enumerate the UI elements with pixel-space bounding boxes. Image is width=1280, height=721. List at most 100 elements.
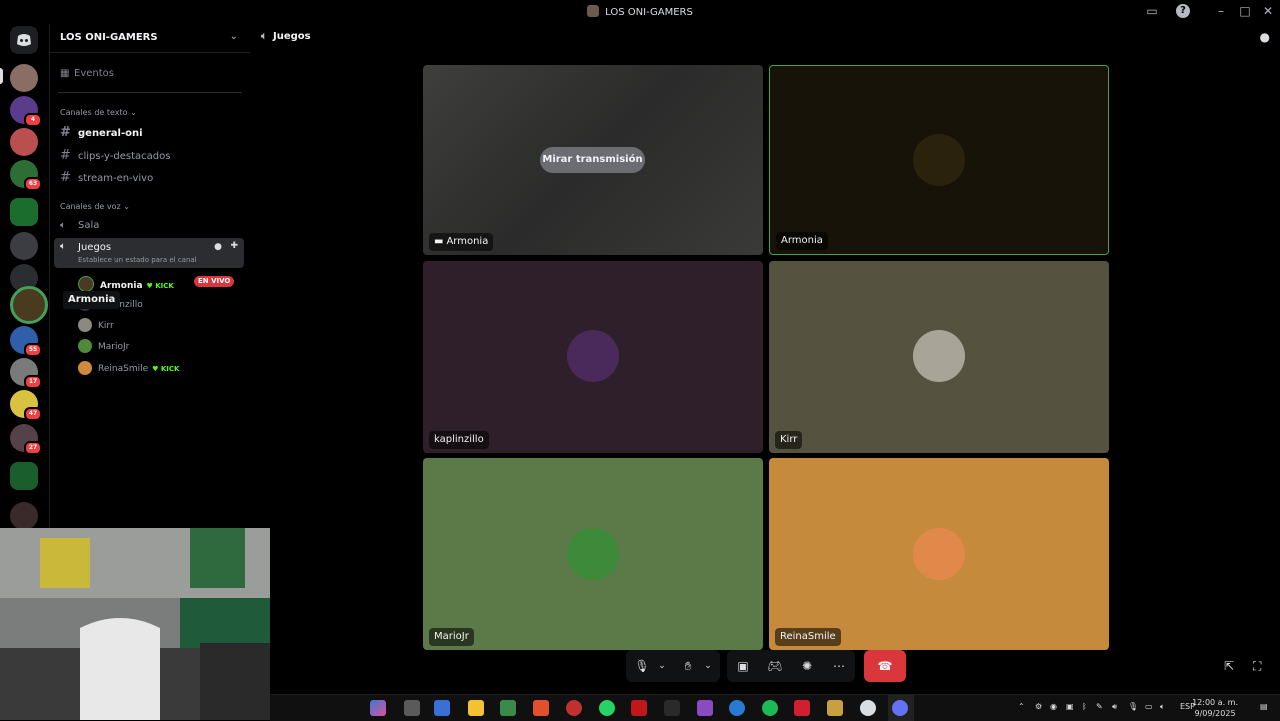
folder-icon[interactable]	[10, 462, 38, 490]
speaker-icon: 🔈︎	[261, 31, 267, 42]
more-options-icon[interactable]: ⋯	[831, 658, 847, 674]
app-icon[interactable]	[404, 700, 420, 716]
stream-tile[interactable]: Mirar transmisión ▬ Armonia	[423, 65, 763, 255]
avatar	[78, 339, 92, 353]
screen-icon: ▬	[434, 236, 444, 247]
copilot-icon[interactable]	[370, 700, 386, 716]
store-icon[interactable]	[434, 700, 450, 716]
maximize-icon[interactable]: □	[1238, 4, 1252, 18]
events-item[interactable]: ▦ Eventos	[60, 68, 114, 79]
voice-user[interactable]: Armonia ♥ KICK	[78, 276, 174, 292]
brave-icon[interactable]	[533, 700, 549, 716]
app-icon[interactable]	[566, 700, 582, 716]
share-screen-icon[interactable]: ▣	[735, 658, 751, 674]
voice-channel-juegos[interactable]: 🔈︎ Juegos Establece un estado para el ca…	[54, 238, 244, 268]
tray-app-icon[interactable]: ◉	[1050, 702, 1057, 711]
volume-icon[interactable]: 🔊︎	[1112, 702, 1117, 712]
server-icon[interactable]	[10, 232, 38, 260]
chat-icon[interactable]: ●	[1260, 30, 1270, 44]
server-icon[interactable]	[10, 128, 38, 156]
close-icon[interactable]: ✕	[1261, 4, 1275, 18]
avatar	[913, 528, 965, 580]
speaker-icon: 🔈︎	[60, 241, 66, 252]
avatar	[78, 361, 92, 375]
add-user-icon[interactable]: ✚	[230, 241, 238, 251]
chat-icon[interactable]: ●	[214, 242, 222, 252]
volume-icon[interactable]: 🔈︎	[1160, 702, 1165, 712]
league-icon[interactable]	[827, 700, 843, 716]
tray-expand-icon[interactable]: ⌃	[1018, 702, 1025, 711]
mention-badge: 55	[24, 343, 42, 357]
chevron-down-icon[interactable]: ⌄	[700, 658, 716, 674]
watch-stream-button[interactable]: Mirar transmisión	[540, 147, 645, 173]
user-tile[interactable]: Kirr	[769, 261, 1109, 453]
pen-icon[interactable]: ✎	[1096, 702, 1103, 711]
voice-user[interactable]: Kirr	[78, 318, 114, 332]
channel-sidebar: LOS ONI-GAMERS ⌄ ▦ Eventos Canales de tex…	[49, 24, 252, 528]
soundboard-icon[interactable]: ✋︎	[680, 658, 696, 674]
tray-app-icon[interactable]: ⚙	[1035, 702, 1042, 711]
user-tile[interactable]: ReinaSmile	[769, 458, 1109, 650]
folder-icon[interactable]	[10, 198, 38, 226]
user-tile[interactable]: MarioJr	[423, 458, 763, 650]
user-tile[interactable]: kaplinzillo	[423, 261, 763, 453]
server-icon[interactable]: 17	[10, 358, 42, 389]
notifications-icon[interactable]: ▤	[1260, 702, 1268, 711]
speaking-user-avatar[interactable]	[10, 286, 48, 324]
voice-channel-sala[interactable]: 🔈︎ Sala	[60, 220, 99, 231]
edge-icon[interactable]	[729, 700, 745, 716]
microphone-icon[interactable]: 🎙︎	[1128, 702, 1138, 711]
server-icon[interactable]	[10, 502, 38, 530]
chevron-down-icon[interactable]: ⌄	[654, 658, 670, 674]
app-icon[interactable]	[500, 700, 516, 716]
avatar	[78, 318, 92, 332]
voice-category[interactable]: Canales de voz ⌄	[60, 202, 130, 211]
server-icon[interactable]: 55	[10, 326, 42, 357]
effects-icon[interactable]: ✺	[799, 658, 815, 674]
file-explorer-icon[interactable]	[468, 700, 484, 716]
call-actions: ▣ 🎮︎ ✺ ⋯	[727, 650, 855, 682]
channel-clips[interactable]: # clips-y-destacados	[60, 148, 170, 163]
voice-user[interactable]: ReinaSmile ♥ KICK	[78, 361, 179, 375]
mention-badge: 47	[24, 407, 42, 421]
kick-badge: ♥ KICK	[152, 365, 180, 373]
app-icon[interactable]	[664, 700, 680, 716]
activities-icon[interactable]: 🎮︎	[767, 658, 783, 674]
steam-icon[interactable]	[860, 700, 876, 716]
channel-general-oni[interactable]: # general-oni	[60, 125, 143, 140]
tile-label: MarioJr	[429, 628, 474, 646]
clock[interactable]: 12:00 a. m. 9/09/2025	[1192, 697, 1238, 719]
voice-user[interactable]: MarioJr	[78, 339, 129, 353]
server-icon[interactable]: 4	[10, 96, 42, 127]
fullscreen-icon[interactable]: ⛶	[1253, 659, 1261, 674]
hangup-icon: ☎	[877, 659, 893, 673]
minimize-icon[interactable]: –	[1214, 4, 1228, 18]
microphone-icon[interactable]: 🎙︎	[634, 658, 650, 674]
channel-status[interactable]: Establece un estado para el canal	[78, 256, 197, 264]
server-icon[interactable]	[10, 64, 38, 92]
app-icon[interactable]	[697, 700, 713, 716]
network-icon[interactable]: ▭	[1145, 702, 1153, 711]
app-icon[interactable]	[631, 700, 647, 716]
server-icon[interactable]: 63	[10, 160, 42, 191]
disconnect-button[interactable]: ☎	[864, 650, 906, 682]
app-icon[interactable]	[794, 700, 810, 716]
whatsapp-icon[interactable]	[599, 700, 615, 716]
avatar	[913, 134, 965, 186]
user-tile[interactable]: Armonia	[769, 65, 1109, 255]
spotify-icon[interactable]	[762, 700, 778, 716]
bluetooth-icon[interactable]: ᛒ	[1082, 702, 1087, 711]
server-icon[interactable]: 27	[10, 424, 42, 455]
text-category[interactable]: Canales de texto ⌄	[60, 108, 137, 117]
hashtag-icon: #	[60, 125, 71, 140]
server-header[interactable]: LOS ONI-GAMERS ⌄	[50, 24, 250, 53]
discord-home-icon[interactable]	[10, 26, 38, 54]
popout-icon[interactable]: ⇱	[1224, 659, 1234, 673]
avatar	[913, 330, 965, 382]
help-icon[interactable]: ?	[1176, 4, 1190, 18]
channel-stream[interactable]: # stream-en-vivo	[60, 170, 153, 185]
inbox-icon[interactable]: ▭	[1145, 4, 1159, 18]
server-icon[interactable]: 47	[10, 390, 42, 421]
tray-app-icon[interactable]: ▣	[1066, 702, 1074, 711]
window-titlebar: LOS ONI-GAMERS ▭ ? – □ ✕	[0, 0, 1280, 24]
